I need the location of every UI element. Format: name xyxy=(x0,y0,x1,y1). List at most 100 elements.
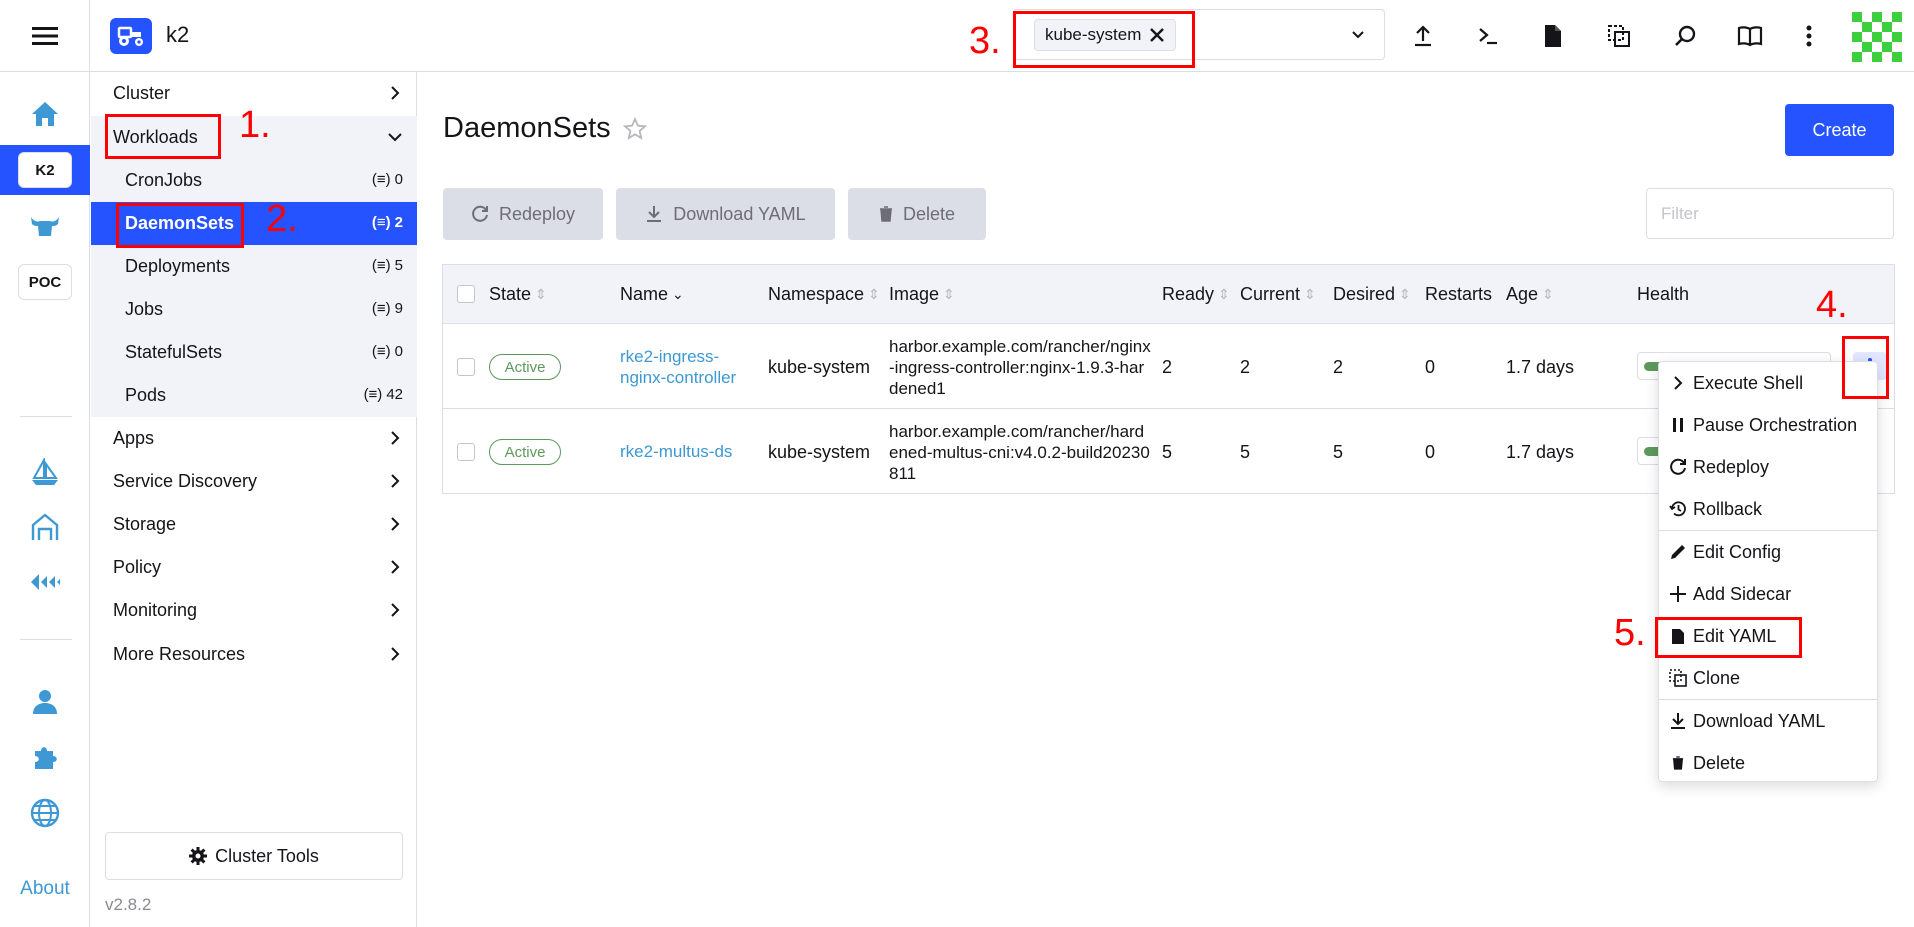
download-yaml-button[interactable]: Download YAML xyxy=(616,188,835,240)
rail-fleet[interactable] xyxy=(0,201,90,251)
rail-badge-k2: K2 xyxy=(18,152,72,188)
download-icon xyxy=(1669,712,1687,730)
user-avatar[interactable] xyxy=(1852,12,1902,62)
rail-divider xyxy=(20,416,72,417)
column-label: Namespace xyxy=(768,284,865,304)
side-nav: Cluster Workloads CronJobs (≡) 0 DaemonS… xyxy=(91,72,417,927)
menu-item-add-sidecar[interactable]: Add Sidecar xyxy=(1659,573,1877,615)
menu-item-rollback[interactable]: Rollback xyxy=(1659,488,1877,530)
desired-cell: 2 xyxy=(1333,357,1344,377)
restarts-cell: 0 xyxy=(1425,357,1436,377)
nav-item-jobs[interactable]: Jobs (≡) 9 xyxy=(91,288,417,331)
refresh-icon xyxy=(472,205,488,222)
column-image[interactable]: Image ⇕ xyxy=(889,284,955,305)
refresh-icon xyxy=(1669,458,1687,476)
column-label: Current xyxy=(1240,284,1301,304)
nav-group-storage[interactable]: Storage xyxy=(91,503,417,546)
rail-users[interactable] xyxy=(0,676,90,726)
column-label: Desired xyxy=(1333,284,1396,304)
column-namespace[interactable]: Namespace ⇕ xyxy=(768,284,880,305)
menu-item-download-yaml[interactable]: Download YAML xyxy=(1659,700,1877,742)
filter-input[interactable] xyxy=(1646,188,1894,239)
resource-count-value: 5 xyxy=(394,257,403,274)
sort-icon: ⇕ xyxy=(868,286,880,302)
restarts-cell: 0 xyxy=(1425,442,1436,462)
resource-name-line: rke2-multus-ds xyxy=(620,442,733,461)
column-current[interactable]: Current ⇕ xyxy=(1240,284,1316,305)
nav-group-monitoring[interactable]: Monitoring xyxy=(91,589,417,632)
redeploy-button[interactable]: Redeploy xyxy=(443,188,603,240)
rail-apps[interactable] xyxy=(0,447,90,497)
resource-name-link[interactable]: rke2-multus-ds xyxy=(620,442,732,462)
cluster-tools-button[interactable]: Cluster Tools xyxy=(105,832,403,880)
column-health: Health xyxy=(1637,284,1689,305)
star-icon[interactable] xyxy=(622,116,647,141)
nav-group-apps[interactable]: Apps xyxy=(91,417,417,460)
namespaced-icon: (≡) xyxy=(371,171,391,188)
upload-icon xyxy=(1415,25,1431,47)
nav-group-label: Apps xyxy=(113,428,155,448)
resource-count-value: 0 xyxy=(394,343,403,360)
rail-home[interactable] xyxy=(0,89,90,139)
resource-name-link[interactable]: rke2-ingress- nginx-controller xyxy=(620,346,736,388)
menu-item-edit-config[interactable]: Edit Config xyxy=(1659,531,1877,573)
kubectl-shell-button[interactable] xyxy=(1472,20,1504,52)
nav-group-label: Policy xyxy=(113,557,162,577)
nav-group-label: More Resources xyxy=(113,644,246,664)
search-button[interactable] xyxy=(1669,20,1701,52)
page-title: DaemonSets xyxy=(443,112,647,145)
column-state[interactable]: State ⇕ xyxy=(489,284,547,305)
menu-item-delete[interactable]: Delete xyxy=(1659,742,1877,784)
about-link[interactable]: About xyxy=(0,878,90,900)
namespaced-icon: (≡) xyxy=(371,300,391,317)
nav-item-deployments[interactable]: Deployments (≡) 5 xyxy=(91,245,417,288)
bull-icon xyxy=(31,217,59,236)
hamburger-menu-button[interactable] xyxy=(0,0,90,72)
nav-item-statefulsets[interactable]: StatefulSets (≡) 0 xyxy=(91,331,417,374)
download-icon xyxy=(647,206,662,222)
more-options-button[interactable] xyxy=(1793,20,1825,52)
nav-group-label: Storage xyxy=(113,514,177,534)
namespace-cell: kube-system xyxy=(768,357,871,377)
chevron-right-icon xyxy=(391,86,400,100)
nav-item-cronjobs[interactable]: CronJobs (≡) 0 xyxy=(91,159,417,202)
nav-group-more-resources[interactable]: More Resources xyxy=(91,633,417,676)
create-button[interactable]: Create xyxy=(1785,104,1894,156)
column-desired[interactable]: Desired ⇕ xyxy=(1333,284,1411,305)
plus-icon xyxy=(1669,585,1687,603)
namespace-cell: kube-system xyxy=(768,442,871,462)
age-cell: 1.7 days xyxy=(1506,442,1575,462)
cluster-logo xyxy=(110,18,152,54)
menu-item-redeploy[interactable]: Redeploy xyxy=(1659,446,1877,488)
rail-harvester[interactable] xyxy=(0,502,90,552)
cluster-tools-label: Cluster Tools xyxy=(215,845,319,866)
rail-cluster-k2[interactable]: K2 xyxy=(0,145,90,195)
image-cell: harbor.example.com/rancher/hardened-mult… xyxy=(889,422,1150,483)
row-checkbox[interactable] xyxy=(457,443,475,461)
rail-global-settings[interactable] xyxy=(0,788,90,838)
nav-group-label: Monitoring xyxy=(113,600,198,620)
download-kubeconfig-button[interactable] xyxy=(1537,20,1569,52)
nav-group-service-discovery[interactable]: Service Discovery xyxy=(91,460,417,503)
nav-group-policy[interactable]: Policy xyxy=(91,546,417,589)
import-yaml-button[interactable] xyxy=(1407,20,1439,52)
resource-count: (≡) 0 xyxy=(372,171,403,188)
delete-button[interactable]: Delete xyxy=(848,188,986,240)
rail-network[interactable] xyxy=(0,557,90,607)
annotation-box xyxy=(1013,11,1195,68)
menu-item-clone[interactable]: Clone xyxy=(1659,657,1877,699)
chevron-down-icon[interactable] xyxy=(1350,27,1366,43)
rail-extensions[interactable] xyxy=(0,732,90,782)
row-checkbox[interactable] xyxy=(457,358,475,376)
docs-button[interactable] xyxy=(1734,20,1766,52)
column-name[interactable]: Name ⌄ xyxy=(620,284,684,305)
column-age[interactable]: Age ⇕ xyxy=(1506,284,1554,305)
namespaced-icon: (≡) xyxy=(371,343,391,360)
copy-kubeconfig-button[interactable] xyxy=(1603,20,1635,52)
select-all-checkbox[interactable] xyxy=(457,285,475,303)
nav-item-pods[interactable]: Pods (≡) 42 xyxy=(91,374,417,417)
rail-cluster-poc[interactable]: POC xyxy=(0,257,90,307)
column-label: Restarts xyxy=(1425,284,1493,304)
column-ready[interactable]: Ready ⇕ xyxy=(1162,284,1230,305)
menu-item-pause-orchestration[interactable]: Pause Orchestration xyxy=(1659,404,1877,446)
